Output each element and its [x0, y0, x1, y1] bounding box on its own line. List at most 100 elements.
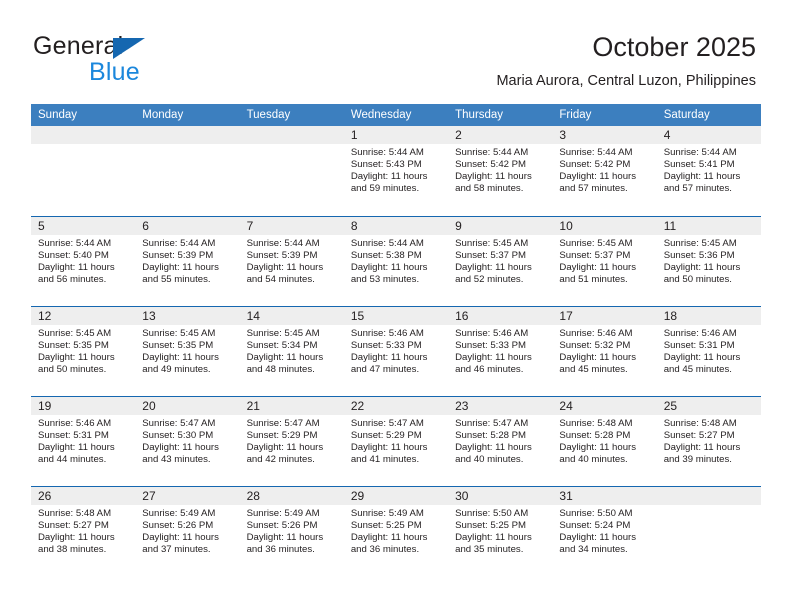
calendar-day-cell[interactable]: 17 Sunrise: 5:46 AM Sunset: 5:32 PM Dayligh…	[552, 307, 657, 396]
day-details: Sunrise: 5:49 AM Sunset: 5:25 PM Daylight:…	[344, 505, 448, 556]
sunset-text: Sunset: 5:37 PM	[559, 249, 631, 261]
triangle-flag-icon	[113, 38, 145, 59]
sunrise-text: Sunrise: 5:50 AM	[455, 508, 529, 519]
calendar-day-cell[interactable]: 12 Sunrise: 5:45 AM Sunset: 5:35 PM Dayligh…	[31, 307, 136, 396]
day-details: Sunrise: 5:50 AM Sunset: 5:24 PM Daylight:…	[552, 505, 656, 556]
daylight-text: Daylight: 11 hours and 52 minutes.	[455, 261, 532, 285]
calendar-day-cell[interactable]: 14 Sunrise: 5:45 AM Sunset: 5:34 PM Dayligh…	[239, 307, 344, 396]
weekday-header-row: Sunday Monday Tuesday Wednesday Thursday…	[31, 104, 761, 126]
day-details: Sunrise: 5:45 AM Sunset: 5:34 PM Daylight:…	[240, 325, 344, 376]
calendar-week-row: 26 Sunrise: 5:48 AM Sunset: 5:27 PM Dayligh…	[31, 486, 761, 576]
calendar-day-cell[interactable]: 28 Sunrise: 5:49 AM Sunset: 5:26 PM Dayligh…	[239, 487, 344, 576]
day-number: 2	[455, 128, 462, 142]
calendar-day-cell[interactable]: 3 Sunrise: 5:44 AM Sunset: 5:42 PM Daylight…	[552, 126, 657, 216]
day-details: Sunrise: 5:49 AM Sunset: 5:26 PM Daylight:…	[135, 505, 239, 556]
calendar-day-cell[interactable]: 13 Sunrise: 5:45 AM Sunset: 5:35 PM Dayligh…	[135, 307, 240, 396]
sunset-text: Sunset: 5:31 PM	[38, 429, 109, 441]
day-number-band: 29	[343, 487, 449, 505]
day-number-band	[239, 126, 344, 144]
calendar-day-cell[interactable]: 9 Sunrise: 5:45 AM Sunset: 5:37 PM Daylight…	[448, 217, 553, 306]
calendar-day-cell[interactable]: 31 Sunrise: 5:50 AM Sunset: 5:24 PM Dayligh…	[552, 487, 657, 576]
day-details: Sunrise: 5:45 AM Sunset: 5:35 PM Daylight:…	[31, 325, 135, 376]
sunset-text: Sunset: 5:38 PM	[350, 249, 422, 261]
calendar-day-cell[interactable]: 6 Sunrise: 5:44 AM Sunset: 5:39 PM Daylight…	[135, 217, 240, 306]
calendar-day-cell[interactable]: 2 Sunrise: 5:44 AM Sunset: 5:42 PM Daylight…	[448, 126, 553, 216]
calendar-day-cell[interactable]: 18 Sunrise: 5:46 AM Sunset: 5:31 PM Dayligh…	[656, 307, 761, 396]
daylight-text: Daylight: 11 hours and 55 minutes.	[142, 261, 219, 285]
day-number-band: 14	[239, 307, 344, 325]
sunset-text: Sunset: 5:28 PM	[455, 429, 527, 441]
sunrise-text: Sunrise: 5:44 AM	[142, 238, 216, 249]
calendar-day-cell[interactable]: 1 Sunrise: 5:44 AM Sunset: 5:43 PM Daylight…	[343, 126, 449, 216]
calendar-day-cell[interactable]: 21 Sunrise: 5:47 AM Sunset: 5:29 PM Dayligh…	[239, 397, 344, 486]
calendar-day-cell[interactable]: 11 Sunrise: 5:45 AM Sunset: 5:36 PM Dayligh…	[656, 217, 761, 306]
day-number-band: 17	[552, 307, 657, 325]
daylight-text: Daylight: 11 hours and 44 minutes.	[38, 441, 115, 465]
sunrise-text: Sunrise: 5:48 AM	[559, 418, 633, 429]
day-number-band: 8	[343, 217, 449, 235]
day-number: 12	[38, 309, 52, 323]
day-number: 17	[559, 309, 573, 323]
calendar-day-cell[interactable]: 7 Sunrise: 5:44 AM Sunset: 5:39 PM Daylight…	[239, 217, 344, 306]
sunrise-text: Sunrise: 5:44 AM	[455, 147, 529, 158]
calendar-day-cell[interactable]: 4 Sunrise: 5:44 AM Sunset: 5:41 PM Daylight…	[656, 126, 761, 216]
calendar-day-cell[interactable]: 23 Sunrise: 5:47 AM Sunset: 5:28 PM Dayligh…	[448, 397, 553, 486]
generalblue-logo[interactable]: General Blue	[33, 32, 243, 86]
daylight-text: Daylight: 11 hours and 53 minutes.	[350, 261, 428, 285]
calendar-day-cell[interactable]: 15 Sunrise: 5:46 AM Sunset: 5:33 PM Dayligh…	[343, 307, 449, 396]
calendar-day-cell[interactable]: 16 Sunrise: 5:46 AM Sunset: 5:33 PM Dayligh…	[448, 307, 553, 396]
calendar-day-cell[interactable]: 5 Sunrise: 5:44 AM Sunset: 5:40 PM Daylight…	[31, 217, 136, 306]
sunset-text: Sunset: 5:43 PM	[350, 158, 422, 170]
day-number-band: 18	[656, 307, 761, 325]
day-number: 28	[246, 489, 260, 503]
sunset-text: Sunset: 5:37 PM	[455, 249, 527, 261]
day-number: 4	[663, 128, 671, 142]
sunrise-text: Sunrise: 5:46 AM	[663, 328, 737, 339]
sunset-text: Sunset: 5:27 PM	[663, 429, 735, 441]
weekday-header-tuesday: Tuesday	[246, 109, 291, 121]
day-number: 22	[350, 399, 365, 413]
day-number: 21	[246, 399, 260, 413]
day-number: 18	[663, 309, 678, 323]
day-number-band: 27	[135, 487, 240, 505]
calendar-day-cell[interactable]: 29 Sunrise: 5:49 AM Sunset: 5:25 PM Dayligh…	[343, 487, 449, 576]
day-number: 29	[350, 489, 365, 503]
weekday-header-monday: Monday	[142, 109, 184, 121]
day-number: 14	[246, 309, 260, 323]
day-details: Sunrise: 5:44 AM Sunset: 5:39 PM Daylight:…	[135, 235, 239, 286]
calendar-day-cell[interactable]: 10 Sunrise: 5:45 AM Sunset: 5:37 PM Dayligh…	[552, 217, 657, 306]
sunset-text: Sunset: 5:29 PM	[246, 429, 318, 441]
daylight-text: Daylight: 11 hours and 37 minutes.	[142, 531, 219, 555]
calendar-day-cell-empty	[31, 126, 136, 216]
day-number-band: 2	[448, 126, 553, 144]
calendar-day-cell[interactable]: 27 Sunrise: 5:49 AM Sunset: 5:26 PM Dayligh…	[135, 487, 240, 576]
calendar-day-cell[interactable]: 22 Sunrise: 5:47 AM Sunset: 5:29 PM Dayligh…	[343, 397, 449, 486]
daylight-text: Daylight: 11 hours and 46 minutes.	[455, 351, 532, 375]
daylight-text: Daylight: 11 hours and 35 minutes.	[455, 531, 532, 555]
day-details: Sunrise: 5:44 AM Sunset: 5:38 PM Daylight:…	[344, 235, 448, 286]
day-details: Sunrise: 5:45 AM Sunset: 5:37 PM Daylight:…	[448, 235, 552, 286]
day-number-band: 22	[343, 397, 449, 415]
day-number-band: 11	[656, 217, 761, 235]
day-number-band: 12	[31, 307, 136, 325]
day-number-band: 23	[448, 397, 553, 415]
sunrise-text: Sunrise: 5:45 AM	[142, 328, 216, 339]
calendar-day-cell[interactable]: 19 Sunrise: 5:46 AM Sunset: 5:31 PM Dayligh…	[31, 397, 136, 486]
sunrise-text: Sunrise: 5:49 AM	[142, 508, 216, 519]
calendar-day-cell[interactable]: 8 Sunrise: 5:44 AM Sunset: 5:38 PM Daylight…	[343, 217, 449, 306]
day-number: 20	[142, 399, 156, 413]
day-number: 24	[559, 399, 573, 413]
calendar-day-cell-empty	[135, 126, 240, 216]
day-number: 26	[38, 489, 52, 503]
calendar-week-row: 12 Sunrise: 5:45 AM Sunset: 5:35 PM Dayligh…	[31, 306, 761, 396]
calendar-day-cell[interactable]: 30 Sunrise: 5:50 AM Sunset: 5:25 PM Dayligh…	[448, 487, 553, 576]
day-number: 25	[663, 399, 678, 413]
calendar-day-cell[interactable]: 26 Sunrise: 5:48 AM Sunset: 5:27 PM Dayligh…	[31, 487, 136, 576]
day-number: 16	[455, 309, 469, 323]
sunrise-text: Sunrise: 5:46 AM	[38, 418, 112, 429]
calendar-day-cell[interactable]: 20 Sunrise: 5:47 AM Sunset: 5:30 PM Dayligh…	[135, 397, 240, 486]
sunset-text: Sunset: 5:27 PM	[38, 519, 109, 531]
daylight-text: Daylight: 11 hours and 59 minutes.	[350, 170, 428, 194]
calendar-day-cell[interactable]: 24 Sunrise: 5:48 AM Sunset: 5:28 PM Dayligh…	[552, 397, 657, 486]
calendar-day-cell[interactable]: 25 Sunrise: 5:48 AM Sunset: 5:27 PM Dayligh…	[656, 397, 761, 486]
